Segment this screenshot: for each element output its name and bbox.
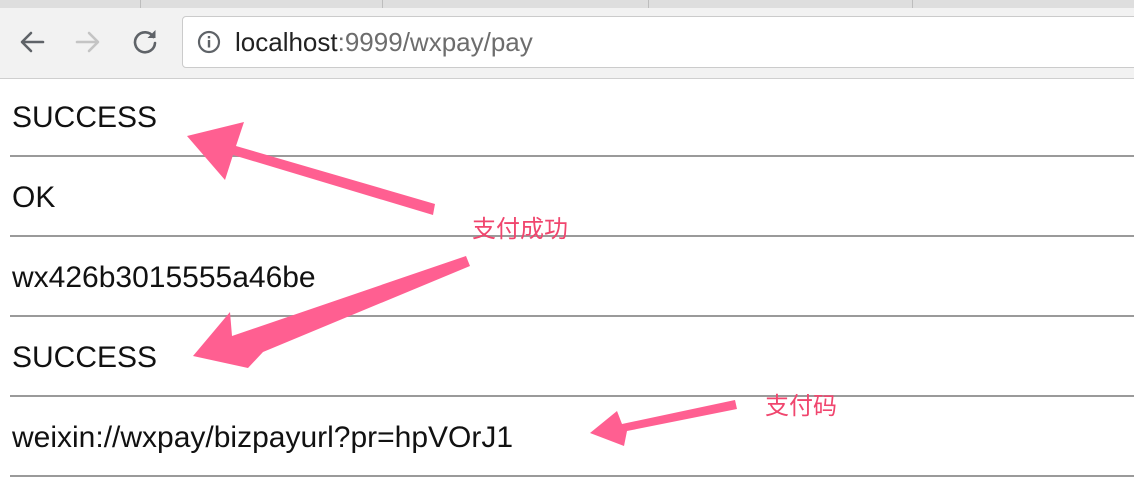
divider — [10, 395, 1134, 397]
divider — [10, 315, 1134, 317]
url-host: localhost — [235, 27, 338, 57]
appid-text: wx426b3015555a46be — [12, 261, 316, 294]
url-text[interactable]: localhost:9999/wxpay/pay — [235, 27, 533, 57]
page-content: SUCCESS OK wx426b3015555a46be SUCCESS we… — [0, 79, 1134, 496]
forward-button[interactable] — [71, 25, 105, 59]
info-circle-icon[interactable] — [197, 30, 221, 54]
arrow-right-icon — [75, 31, 100, 53]
reload-button[interactable] — [128, 25, 162, 59]
reload-icon — [133, 30, 157, 54]
divider — [10, 155, 1134, 157]
code-url-text: weixin://wxpay/bizpayurl?pr=hpVOrJ1 — [12, 421, 514, 454]
annotation-payment-success: 支付成功 — [472, 215, 568, 243]
divider — [10, 235, 1134, 237]
result-code-text: SUCCESS — [12, 341, 158, 374]
return-msg-text: OK — [12, 181, 56, 214]
return-code-text: SUCCESS — [12, 101, 158, 134]
browser-toolbar: localhost:9999/wxpay/pay — [0, 8, 1134, 79]
address-bar[interactable]: localhost:9999/wxpay/pay — [182, 16, 1134, 68]
divider — [10, 475, 1134, 477]
arrow-left-icon — [20, 31, 45, 53]
url-path: :9999/wxpay/pay — [337, 27, 533, 57]
back-button[interactable] — [15, 25, 49, 59]
annotation-payment-code: 支付码 — [765, 392, 837, 420]
